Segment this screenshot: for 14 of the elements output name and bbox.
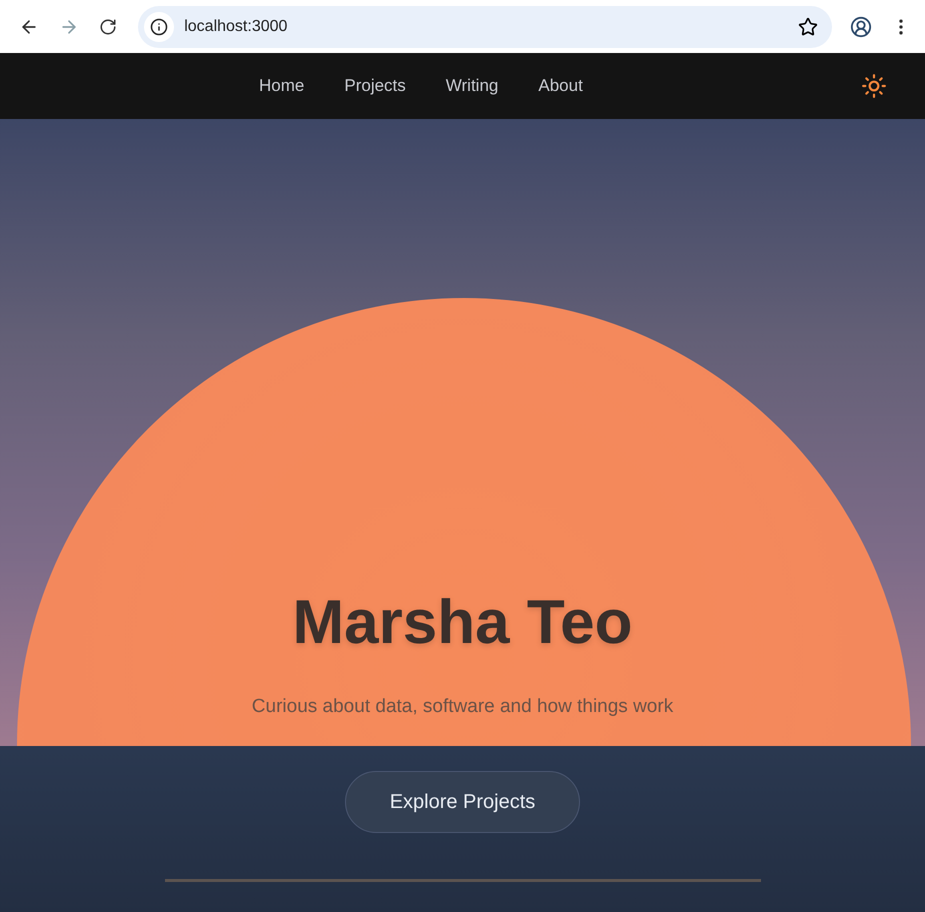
nav-link[interactable]: Writing xyxy=(446,76,498,96)
url-text: localhost:3000 xyxy=(184,18,288,36)
sun-icon[interactable] xyxy=(861,73,887,99)
hero-subtitle: Curious about data, software and how things work xyxy=(252,696,674,718)
hero-title: Marsha Teo xyxy=(292,587,632,658)
star-icon[interactable] xyxy=(798,16,818,36)
nav-link[interactable]: About xyxy=(538,76,583,96)
address-bar[interactable]: localhost:3000 xyxy=(138,6,832,48)
reload-icon[interactable] xyxy=(99,18,118,36)
profile-icon[interactable] xyxy=(850,16,872,38)
nav-link[interactable]: Home xyxy=(259,76,304,96)
nav-link[interactable]: Projects xyxy=(344,76,406,96)
info-icon[interactable] xyxy=(144,12,174,42)
explore-projects-button[interactable]: Explore Projects xyxy=(345,771,580,833)
